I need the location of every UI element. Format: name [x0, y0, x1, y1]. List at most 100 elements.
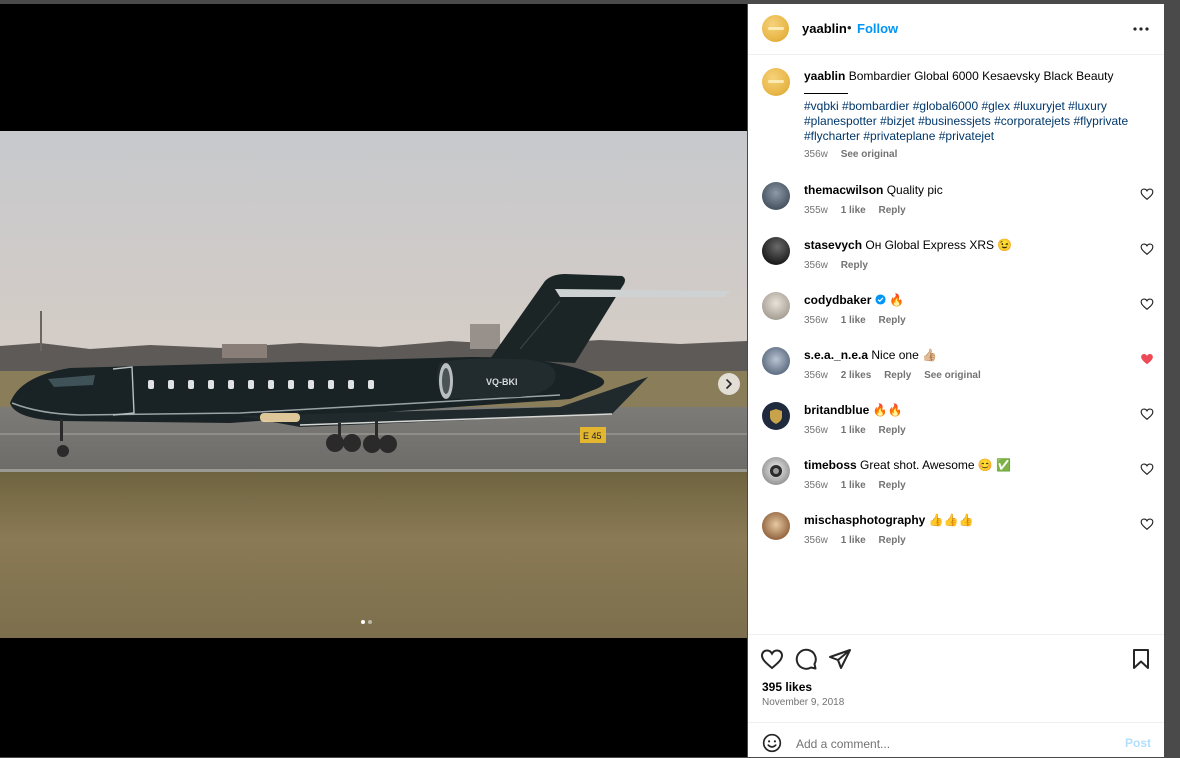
comment-age: 356w — [804, 370, 828, 381]
caption-avatar[interactable] — [762, 68, 790, 96]
comment-likes[interactable]: 2 likes — [841, 370, 872, 381]
taxiway-sign-text: E 45 — [583, 431, 602, 441]
emoji-button[interactable] — [762, 733, 782, 753]
like-button[interactable] — [760, 647, 784, 671]
comment-age: 356w — [804, 425, 828, 436]
comment-button[interactable] — [794, 647, 818, 671]
share-button[interactable] — [828, 647, 852, 671]
comment-like-button[interactable] — [1140, 517, 1154, 531]
comment-like-button[interactable] — [1140, 242, 1154, 256]
comment-meta: 356w Reply — [804, 260, 878, 271]
comment-text: timeboss Great shot. Awesome 😊 ✅ — [804, 458, 1011, 472]
comment-text: s.e.a._n.e.a Nice one 👍🏼 — [804, 348, 937, 362]
comment-text: mischasphotography 👍👍👍 — [804, 513, 974, 527]
comment-body: Great shot. Awesome 😊 ✅ — [860, 458, 1012, 472]
comment-likes[interactable]: 1 like — [841, 535, 866, 546]
share-icon — [829, 649, 851, 669]
comment-likes[interactable]: 1 like — [841, 425, 866, 436]
carousel-indicator — [361, 620, 372, 624]
comment-like-button[interactable] — [1140, 462, 1154, 476]
commenter-avatar[interactable] — [762, 182, 790, 210]
commenter-avatar[interactable] — [762, 457, 790, 485]
shield-icon — [770, 409, 782, 424]
reply-button[interactable]: Reply — [879, 535, 906, 546]
comment-likes[interactable]: 1 like — [841, 205, 866, 216]
comment-text: stasevych Он Global Express XRS 😉 — [804, 238, 1012, 252]
comment-age: 356w — [804, 260, 828, 271]
reply-button[interactable]: Reply — [879, 315, 906, 326]
comment-meta: 356w 1 like Reply — [804, 535, 916, 546]
commenter-avatar[interactable] — [762, 292, 790, 320]
comment-meta: 356w 1 like Reply — [804, 425, 916, 436]
comment-item: mischasphotography 👍👍👍 356w 1 like Reply — [748, 512, 1164, 567]
heart-icon — [1140, 408, 1154, 421]
post-modal: E 45 VQ-BKI yaablin • Follow yaablin Bom… — [0, 4, 1164, 757]
carousel-dot — [368, 620, 372, 624]
commenter-avatar[interactable] — [762, 237, 790, 265]
more-options-button[interactable] — [1131, 19, 1151, 39]
see-original-link[interactable]: See original — [924, 370, 981, 381]
save-button[interactable] — [1129, 647, 1153, 671]
see-original-link[interactable]: See original — [841, 149, 898, 160]
post-comment-button[interactable]: Post — [1125, 736, 1151, 750]
caption-meta: 356w See original — [804, 149, 907, 160]
caption-username[interactable]: yaablin — [804, 69, 845, 83]
commenter-avatar[interactable] — [762, 347, 790, 375]
comment-item: stasevych Он Global Express XRS 😉 356w R… — [748, 237, 1164, 292]
comment-username[interactable]: stasevych — [804, 238, 862, 252]
comment-username[interactable]: s.e.a._n.e.a — [804, 348, 868, 362]
reply-button[interactable]: Reply — [879, 205, 906, 216]
reply-button[interactable]: Reply — [879, 480, 906, 491]
post-media: E 45 VQ-BKI — [0, 4, 747, 757]
comment-body: 🔥🔥 — [872, 403, 903, 417]
comment-item: codydbaker 🔥 356w 1 like Reply — [748, 292, 1164, 347]
caption-hashtags[interactable]: #planespotter #bizjet #businessjets #cor… — [804, 114, 1149, 128]
comment-username[interactable]: timeboss — [804, 458, 857, 472]
comment-likes[interactable]: 1 like — [841, 315, 866, 326]
comment-text: britandblue 🔥🔥 — [804, 403, 903, 417]
comment-username[interactable]: codydbaker — [804, 293, 871, 307]
comment-meta: 356w 2 likes Reply See original — [804, 370, 991, 381]
caption-hashtags[interactable]: #vqbki #bombardier #global6000 #glex #lu… — [804, 99, 1149, 113]
author-username[interactable]: yaablin — [802, 21, 847, 36]
caption-text: yaablin Bombardier Global 6000 Kesaevsky… — [804, 69, 1114, 83]
commenter-avatar[interactable] — [762, 402, 790, 430]
comment-like-button[interactable] — [1140, 352, 1154, 366]
comment-body: 👍👍👍 — [928, 513, 974, 527]
reply-button[interactable]: Reply — [884, 370, 911, 381]
comment-body: Quality pic — [886, 183, 943, 197]
comment-meta: 356w 1 like Reply — [804, 315, 916, 326]
comment-likes[interactable]: 1 like — [841, 480, 866, 491]
post-header: yaablin • Follow — [748, 4, 1164, 55]
comment-like-button[interactable] — [1140, 297, 1154, 311]
comment-icon — [795, 648, 817, 670]
comment-username[interactable]: britandblue — [804, 403, 869, 417]
comment-item: timeboss Great shot. Awesome 😊 ✅ 356w 1 … — [748, 457, 1164, 512]
comment-meta: 356w 1 like Reply — [804, 480, 916, 491]
caption-hashtags[interactable]: #flycharter #privateplane #privatejet — [804, 129, 1149, 143]
next-photo-button[interactable] — [718, 373, 740, 395]
comment-username[interactable]: mischasphotography — [804, 513, 925, 527]
comment-body: Он Global Express XRS 😉 — [865, 238, 1013, 252]
author-avatar[interactable] — [762, 15, 789, 42]
like-count[interactable]: 395 likes — [762, 680, 812, 694]
heart-icon — [1140, 518, 1154, 531]
commenter-avatar[interactable] — [762, 512, 790, 540]
emoji-icon — [762, 733, 782, 753]
comment-text: codydbaker 🔥 — [804, 293, 904, 307]
post-date: November 9, 2018 — [762, 697, 845, 708]
heart-icon — [1140, 298, 1154, 311]
comment-text: themacwilson Quality pic — [804, 183, 943, 197]
comment-like-button[interactable] — [1140, 187, 1154, 201]
heart-filled-icon — [1141, 354, 1153, 365]
follow-button[interactable]: Follow — [857, 21, 898, 36]
comment-like-button[interactable] — [1140, 407, 1154, 421]
reply-button[interactable]: Reply — [879, 425, 906, 436]
add-comment-bar: Post — [748, 722, 1164, 758]
caption-divider — [804, 93, 848, 94]
watch-icon — [770, 465, 782, 477]
reply-button[interactable]: Reply — [841, 260, 868, 271]
comment-input[interactable] — [794, 732, 1098, 756]
heart-icon — [1140, 463, 1154, 476]
comment-username[interactable]: themacwilson — [804, 183, 883, 197]
